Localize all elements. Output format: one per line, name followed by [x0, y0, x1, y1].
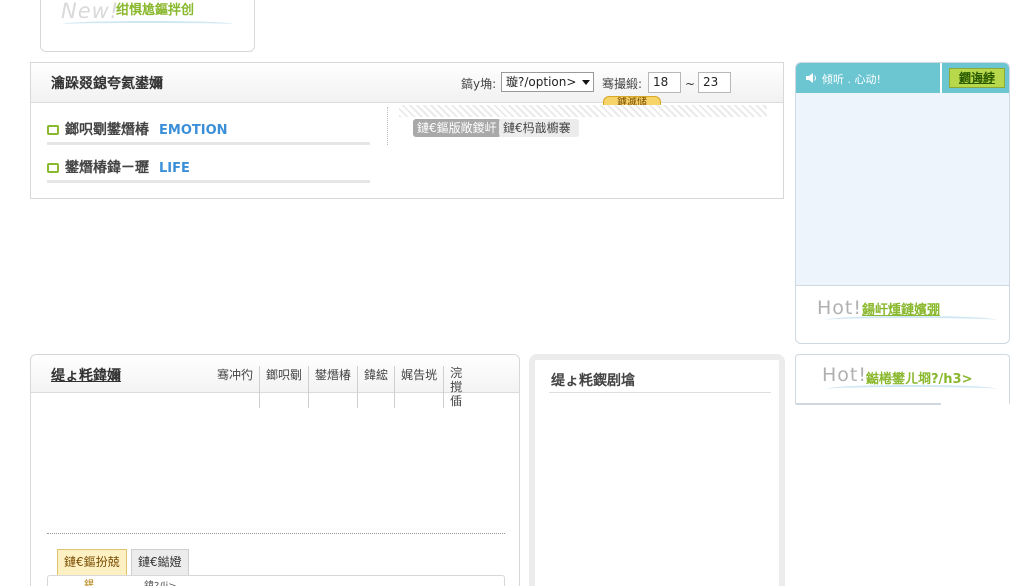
title-underline — [549, 392, 771, 393]
hot-badge: Hot! — [817, 297, 862, 319]
search-panel: 瀹跺叕鎴夸氦鍙嬭 鎬у埆: 璇?/option> 骞撮緞: 18 ~ 23 鎼滅… — [30, 62, 784, 199]
category-emotion-en: EMOTION — [159, 123, 228, 138]
box-bottom-line — [796, 403, 941, 405]
sidebar-box: 倾听 . 心动! 鐧诲綍 Hot! 鍚屽煄鏈嬪弸 — [795, 62, 1010, 344]
new-posts-link[interactable]: 绀惧尯鏂拌创 — [116, 0, 194, 18]
sidebar-divider — [796, 285, 1009, 286]
sidebar-content-area — [796, 93, 1009, 286]
hot-users-box: Hot! 鐑棬鐢ㄦ埛?/h3> — [795, 354, 1010, 405]
age-min-input[interactable]: 18 — [648, 72, 681, 93]
category-life-en: LIFE — [159, 161, 190, 176]
group-photos-panel: 缇ょ粍鍥剧墖 — [529, 354, 785, 586]
groups-list: 鍟 鍏?/li> — [47, 575, 505, 586]
category-underline — [47, 142, 370, 145]
category-emotion[interactable]: 鎯呮劅鐢熸椿 EMOTION — [47, 119, 228, 139]
comment-icon — [47, 125, 59, 135]
list-item[interactable]: 鍟 — [84, 576, 94, 586]
age-range-separator: ~ — [685, 77, 696, 91]
gender-select[interactable]: 璇?/option> — [501, 72, 594, 92]
sidebar-caption: 倾听 . 心动! — [822, 73, 881, 86]
chevron-down-icon — [582, 80, 590, 85]
category-life[interactable]: 鐢熸椿鍏ㄧ瓑 LIFE — [47, 157, 190, 177]
groups-panel-title[interactable]: 缇ょ粍鍏嬭 — [51, 365, 121, 385]
age-max-input[interactable]: 23 — [698, 72, 731, 93]
gender-label: 鎬у埆: — [461, 77, 497, 91]
tab-games[interactable]: 娓告垙 — [395, 366, 445, 408]
tab-newest-members[interactable]: 鏈€鏂版敞鍐屽 — [413, 119, 501, 137]
login-button[interactable]: 鐧诲綍 — [949, 68, 1005, 88]
groups-panel: 缇ょ粍鍏嬭 骞冲彴 鎯呮劅 鐢熸椿 鍏綋 娓告垙 浣撹偛 鏈€鏂扮兢 鏈€鐑嬁 … — [30, 354, 520, 586]
new-badge: New! — [61, 0, 120, 23]
swoosh-decoration — [826, 385, 996, 393]
swoosh-decoration — [826, 316, 996, 324]
category-emotion-label: 鎯呮劅鐢熸椿 — [65, 122, 149, 138]
comment-icon — [47, 163, 59, 173]
list-item[interactable]: 鍏?/li> — [144, 577, 177, 586]
hatch-divider — [399, 105, 767, 117]
vertical-divider — [387, 107, 388, 145]
speaker-icon — [806, 73, 816, 83]
swoosh-decoration — [63, 21, 233, 27]
groups-category-tabs: 骞冲彴 鎯呮劅 鐢熸椿 鍏綋 娓告垙 浣撹偛 — [211, 366, 464, 408]
tab-emotion[interactable]: 鎯呮劅 — [260, 366, 310, 408]
dotted-divider — [47, 533, 505, 534]
group-photos-title: 缇ょ粍鍥剧墖 — [551, 373, 635, 389]
category-life-label: 鐢熸椿鍏ㄧ瓑 — [65, 160, 149, 176]
gender-select-value: 璇?/option> — [506, 75, 577, 89]
age-label: 骞撮緞: — [602, 77, 643, 91]
tab-recent-logins[interactable]: 鏈€杩戠櫥褰 — [499, 119, 579, 137]
hot-badge: Hot! — [822, 364, 867, 386]
tab-platform[interactable]: 骞冲彴 — [211, 366, 261, 408]
tab-newest-groups[interactable]: 鏈€鏂扮兢 — [57, 549, 127, 575]
new-posts-box: New! 绀惧尯鏂拌创 — [40, 0, 255, 52]
search-panel-title: 瀹跺叕鎴夸氦鍙嬭 — [51, 76, 163, 92]
tab-sports[interactable]: 浣撹偛 — [444, 366, 464, 408]
category-underline — [47, 180, 370, 183]
tab-public[interactable]: 鍏綋 — [358, 366, 396, 408]
tab-hottest-groups[interactable]: 鏈€鐑嬁 — [131, 549, 189, 575]
header-separator — [940, 63, 942, 93]
tab-life[interactable]: 鐢熸椿 — [309, 366, 359, 408]
